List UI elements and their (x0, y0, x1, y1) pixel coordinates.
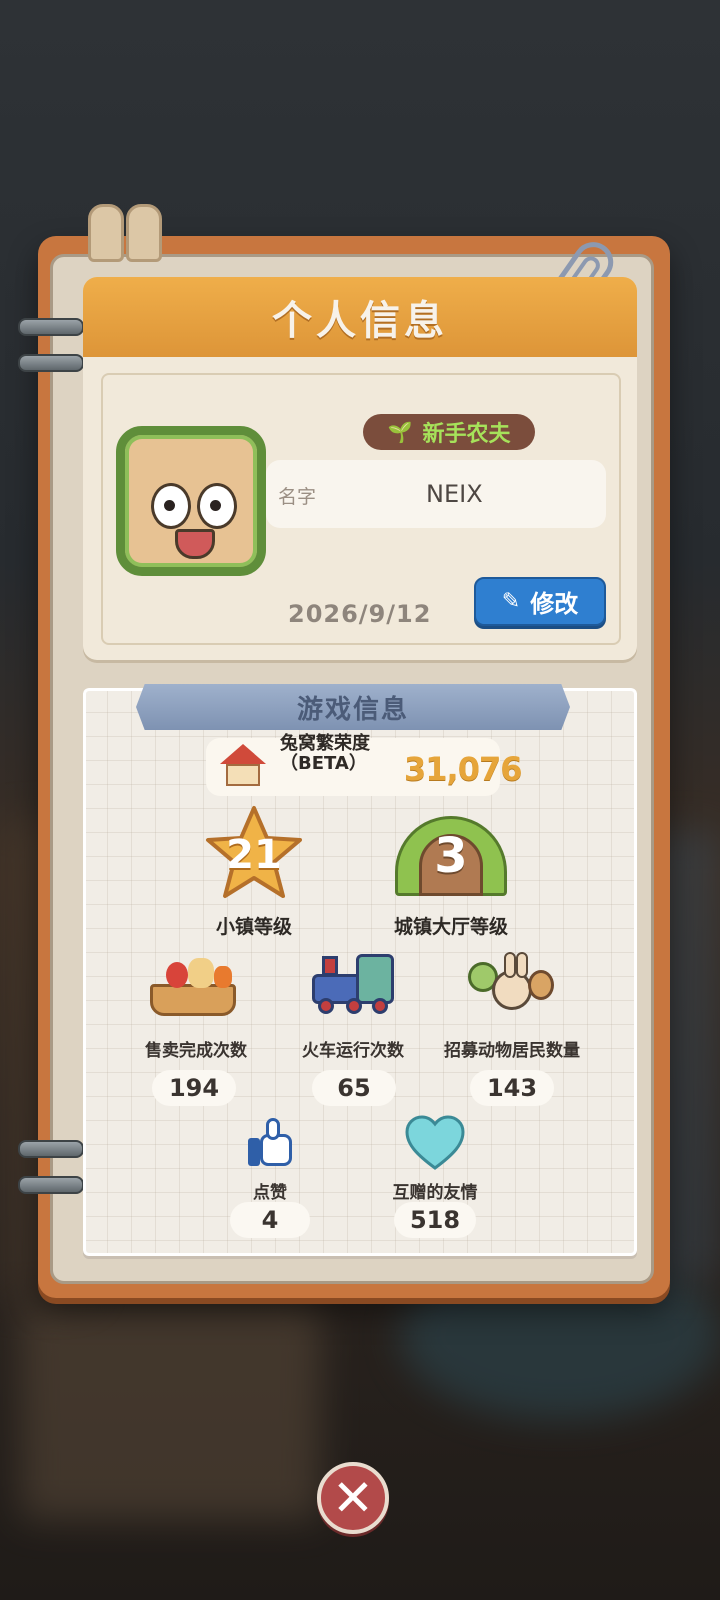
close-button[interactable]: ✕ (317, 1462, 389, 1534)
stat-value: 194 (152, 1070, 236, 1106)
binder-ring-icon (18, 1176, 84, 1194)
stat-label: 招募动物居民数量 (444, 1041, 580, 1061)
edit-button-label: 修改 (530, 590, 579, 618)
town-level-star-icon: 21 (204, 804, 304, 900)
town-level-value: 21 (226, 832, 282, 878)
binder-ring-icon (18, 354, 84, 372)
game-info-title: 游戏信息 (296, 694, 409, 725)
hall-level-label: 城镇大厅等级 (393, 916, 508, 938)
prosperity-label: 兔窝繁荣度（BETA） (280, 733, 370, 774)
avatar-eye (151, 483, 191, 529)
close-icon: ✕ (332, 1469, 374, 1527)
thumbs-up-icon (248, 1118, 294, 1168)
prosperity-panel: 兔窝繁荣度（BETA） 31,076 (206, 734, 522, 796)
friendship-label: 互赠的友情 (392, 1183, 478, 1203)
name-label: 名字 (278, 486, 317, 508)
rank-badge: 🌱 新手农夫 (363, 414, 535, 450)
binder-ring-icon (18, 318, 84, 336)
sprout-icon: 🌱 (387, 420, 413, 444)
hall-level-value: 3 (434, 828, 468, 884)
rabbit-ears-decoration (88, 204, 162, 262)
prosperity-value: 31,076 (404, 750, 522, 788)
avatar[interactable] (116, 426, 266, 576)
join-date: 2026/9/12 (288, 600, 432, 628)
train-icon (312, 950, 396, 1016)
heart-icon (404, 1114, 466, 1172)
friendship-value: 518 (394, 1202, 476, 1238)
avatar-eye (197, 483, 237, 529)
rank-badge-label: 新手农夫 (422, 422, 511, 447)
likes-value: 4 (230, 1202, 310, 1238)
stat-label: 火车运行次数 (302, 1041, 404, 1061)
game-info-ribbon: 游戏信息 (136, 684, 570, 730)
stat-value: 65 (312, 1070, 396, 1106)
name-value: NEIX (426, 480, 483, 508)
town-hall-icon: 3 (395, 816, 507, 896)
edit-button[interactable]: ✎ 修改 (474, 577, 606, 626)
stat-label: 售卖完成次数 (145, 1041, 247, 1061)
avatar-mouth (175, 529, 215, 559)
edit-icon: ✎ (501, 589, 521, 614)
page-title: 个人信息 (272, 298, 448, 344)
binder-ring-icon (18, 1140, 84, 1158)
likes-label: 点赞 (253, 1183, 287, 1203)
stat-value: 143 (470, 1070, 554, 1106)
house-icon (220, 744, 266, 788)
animal-residents-icon (468, 952, 556, 1016)
background-building (20, 1300, 320, 1520)
personal-info-header: 个人信息 (83, 277, 637, 357)
market-basket-icon (150, 956, 240, 1018)
town-level-label: 小镇等级 (215, 916, 292, 938)
name-field: 名字 NEIX (266, 460, 606, 528)
